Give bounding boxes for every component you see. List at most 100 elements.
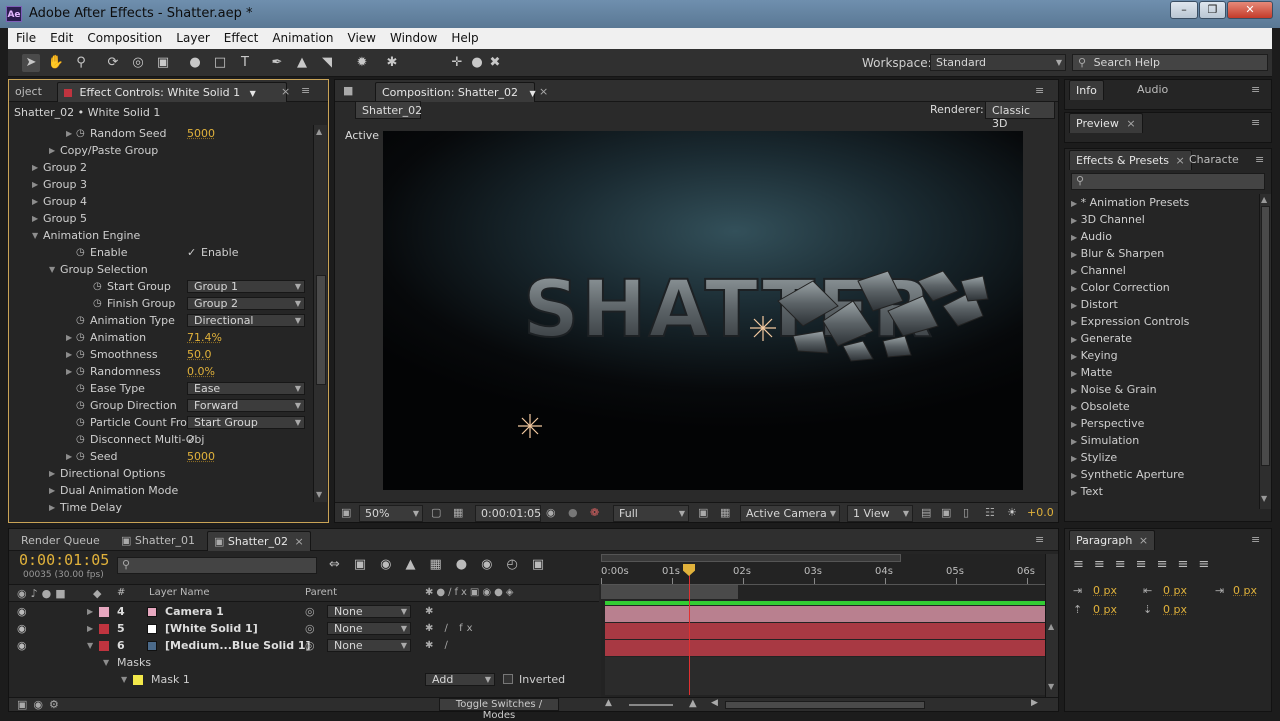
mask-row[interactable]: ▼ Mask 1 Add ▼ Inverted (9, 671, 599, 688)
playhead-line[interactable] (689, 564, 690, 695)
view-axis-icon[interactable]: ✖ (486, 54, 504, 72)
layer-bar-white-solid[interactable] (605, 623, 1045, 639)
menu-composition[interactable]: Composition (79, 28, 168, 45)
layer-switches[interactable]: ✱ ∕ fx (425, 620, 477, 637)
show-snapshot-icon[interactable]: ● (568, 506, 578, 519)
panel-menu-icon[interactable]: ≡ (301, 84, 310, 97)
scroll-up-icon[interactable]: ▲ (1261, 195, 1267, 204)
tab-shatter-01[interactable]: ▣ Shatter_01 (115, 531, 201, 551)
effect-prop-row[interactable]: ▶ Group 4 (9, 193, 313, 210)
effect-category-item[interactable]: ▶ 3D Channel (1071, 211, 1145, 228)
layer-bar-medium-blue-solid[interactable] (605, 640, 1045, 656)
twirl-closed-icon[interactable]: ▶ (1071, 335, 1077, 344)
effect-prop-row[interactable]: ▶ ◷ Smoothness 50.0 (9, 346, 313, 363)
twirl-closed-icon[interactable]: ▶ (32, 159, 38, 176)
scroll-down-icon[interactable]: ▼ (1048, 682, 1054, 691)
menu-help[interactable]: Help (443, 28, 484, 45)
twirl-closed-icon[interactable]: ▶ (1071, 454, 1077, 463)
twirl-closed-icon[interactable]: ▶ (49, 482, 55, 499)
layer-bar-camera[interactable] (605, 606, 1045, 622)
panel-menu-icon[interactable]: ≡ (1251, 533, 1260, 546)
composition-viewer[interactable]: SHATTER (383, 131, 1023, 490)
clone-stamp-icon[interactable]: ▲ (293, 54, 311, 72)
twirl-closed-icon[interactable]: ▶ (66, 346, 72, 363)
panel-menu-icon[interactable]: ≡ (1251, 83, 1260, 96)
timeline-search-input[interactable]: ⚲ (117, 557, 317, 574)
zoom-dropdown[interactable]: 50% ▼ (359, 505, 423, 522)
twirl-closed-icon[interactable]: ▶ (1071, 471, 1077, 480)
fast-preview-toggle-icon[interactable]: ▣ (941, 506, 951, 519)
menu-effect[interactable]: Effect (216, 28, 265, 45)
effect-prop-row[interactable]: ▶ Directional Options (9, 465, 313, 482)
always-preview-icon[interactable]: ▣ (341, 506, 351, 519)
indent-right-value[interactable]: 0 px (1163, 584, 1187, 597)
effect-category-item[interactable]: ▶ Blur & Sharpen (1071, 245, 1164, 262)
stopwatch-icon[interactable]: ◷ (76, 346, 85, 363)
close-tab-icon[interactable]: × (295, 535, 304, 548)
camera-view-dropdown[interactable]: Active Camera ▼ (740, 505, 840, 522)
effect-prop-row[interactable]: ◷ Enable ✓ Enable (9, 244, 313, 261)
light-position-icon[interactable] (518, 414, 542, 438)
effect-prop-row[interactable]: ◷ Disconnect Multi-Obj ✓ (9, 431, 313, 448)
twirl-closed-icon[interactable]: ▶ (1071, 403, 1077, 412)
pick-whip-icon[interactable]: ◎ (305, 637, 315, 654)
twirl-open-icon[interactable]: ▼ (49, 261, 55, 278)
tab-preview[interactable]: Preview × (1069, 113, 1143, 133)
effect-prop-dropdown[interactable]: Directional ▼ (187, 314, 305, 327)
exposure-icon[interactable]: ☀ (1007, 506, 1017, 519)
space-before-value[interactable]: 0 px (1093, 603, 1117, 616)
effect-prop-row[interactable]: ▶ ◷ Seed 5000 (9, 448, 313, 465)
panel-menu-icon[interactable]: ≡ (1035, 84, 1044, 97)
effect-prop-value[interactable]: 5000 (187, 125, 215, 142)
menu-window[interactable]: Window (382, 28, 443, 45)
effect-prop-row[interactable]: ◷ Animation Type Directional ▼ (9, 312, 313, 329)
tab-project[interactable]: oject (9, 82, 48, 102)
panel-menu-icon[interactable]: ≡ (1255, 153, 1264, 166)
lock-icon[interactable]: ■ (343, 84, 353, 97)
effect-prop-value[interactable]: 71.4% (187, 329, 222, 346)
selection-tool-icon[interactable]: ➤ (22, 54, 40, 72)
scroll-thumb[interactable] (316, 275, 326, 385)
layer-name-column-header[interactable]: Layer Name (149, 587, 210, 598)
toggle-transparency-icon[interactable]: ▦ (720, 506, 730, 519)
effect-category-item[interactable]: ▶ Perspective (1071, 415, 1144, 432)
view-layout-dropdown[interactable]: 1 View ▼ (847, 505, 913, 522)
pick-whip-icon[interactable]: ◎ (305, 620, 315, 637)
stopwatch-icon[interactable]: ◷ (76, 363, 85, 380)
effect-prop-dropdown[interactable]: Forward ▼ (187, 399, 305, 412)
effect-category-item[interactable]: ▶ * Animation Presets (1071, 194, 1189, 211)
scroll-down-icon[interactable]: ▼ (1261, 494, 1267, 503)
effect-prop-dropdown[interactable]: Ease ▼ (187, 382, 305, 395)
effect-prop-value[interactable]: 0.0% (187, 363, 215, 380)
close-tab-icon[interactable]: × (281, 85, 290, 98)
parent-dropdown[interactable]: None ▼ (327, 622, 411, 635)
effect-prop-value[interactable]: 50.0 (187, 346, 212, 363)
stopwatch-icon[interactable]: ◷ (76, 125, 85, 142)
tab-effect-controls[interactable]: Effect Controls: White Solid 1 ▼ (57, 82, 287, 102)
close-tab-icon[interactable]: × (1139, 534, 1148, 547)
effect-prop-row[interactable]: ▶ Group 3 (9, 176, 313, 193)
effect-prop-row[interactable]: ▶ Time Delay (9, 499, 313, 515)
effect-category-item[interactable]: ▶ Text (1071, 483, 1103, 500)
paragraph-align-buttons[interactable]: ≡≡≡≡≡≡≡ (1073, 557, 1219, 572)
roto-brush-icon[interactable]: ✹ (353, 54, 371, 72)
comp-navigator-button[interactable]: Shatter_02 (355, 101, 422, 119)
space-after-value[interactable]: 0 px (1163, 603, 1187, 616)
exposure-value[interactable]: +0.0 (1027, 506, 1054, 519)
resolution-dropdown[interactable]: Full ▼ (613, 505, 689, 522)
stopwatch-icon[interactable]: ◷ (76, 312, 85, 329)
zoom-out-icon[interactable]: ▲ (605, 698, 612, 708)
menu-animation[interactable]: Animation (264, 28, 339, 45)
indent-left-value[interactable]: 0 px (1093, 584, 1117, 597)
layer-switches[interactable]: ✱ ∕ (425, 637, 452, 654)
eye-visibility-icon[interactable]: ◉ (17, 620, 27, 637)
mask-mode-dropdown[interactable]: Add ▼ (425, 673, 495, 686)
timeline-panel-icons[interactable]: ▣◉⚙ (17, 698, 65, 711)
effect-category-item[interactable]: ▶ Color Correction (1071, 279, 1170, 296)
effect-prop-row[interactable]: ▼ Animation Engine (9, 227, 313, 244)
zoom-slider[interactable] (629, 704, 673, 706)
timeline-icon[interactable]: ▯ (963, 506, 969, 519)
puppet-pin-icon[interactable]: ✱ (383, 54, 401, 72)
layer-label-color[interactable] (99, 607, 109, 617)
pan-camera-icon[interactable]: ▣ (154, 54, 172, 72)
